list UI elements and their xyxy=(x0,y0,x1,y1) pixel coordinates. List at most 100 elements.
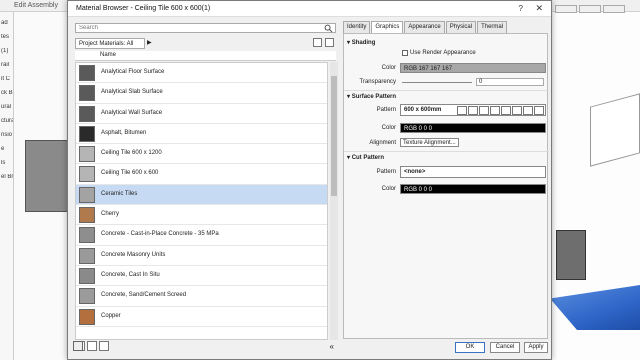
alignment-label: Alignment xyxy=(369,140,396,146)
library-panel-icon[interactable] xyxy=(73,341,83,351)
material-label: Copper xyxy=(101,312,121,319)
chevron-right-icon[interactable]: ▶ xyxy=(147,39,152,46)
cut-pattern-box[interactable]: <none> xyxy=(400,166,546,178)
material-list-item[interactable]: Analytical Floor Surface xyxy=(76,63,327,84)
bg-strip-label: e xyxy=(1,146,5,152)
apply-button[interactable]: Apply xyxy=(524,342,548,353)
bg-strip-label: (1) xyxy=(1,48,9,54)
tab-bar: Identity Graphics Appearance Physical Therma… xyxy=(343,21,508,33)
list-scrollbar[interactable] xyxy=(330,62,338,340)
pattern-preview xyxy=(456,106,544,117)
tab-thermal[interactable]: Thermal xyxy=(477,21,508,33)
cut-color-swatch[interactable]: RGB 0 0 0 xyxy=(400,184,546,194)
column-header[interactable]: Name xyxy=(75,51,336,61)
material-thumbnail xyxy=(79,288,95,305)
shading-color-label: Color xyxy=(381,65,396,71)
column-header-name: Name xyxy=(100,52,117,58)
bg-toolbar-button[interactable] xyxy=(555,5,577,13)
asset-browser-icon[interactable] xyxy=(99,341,109,351)
cut-pattern-label: Pattern xyxy=(376,169,396,175)
material-list-item[interactable]: Concrete Masonry Units xyxy=(76,246,327,266)
material-list-item[interactable]: Ceiling Tile 600 x 1200 xyxy=(76,144,327,165)
material-list-item[interactable]: Asphalt, Bitumen xyxy=(76,124,327,145)
search-box[interactable] xyxy=(75,23,336,33)
dialog-title: Material Browser - Ceiling Tile 600 x 60… xyxy=(76,5,211,12)
material-label: Ceiling Tile 600 x 1200 xyxy=(101,150,162,157)
search-icon[interactable] xyxy=(324,24,333,33)
view-options-icon[interactable] xyxy=(325,38,334,47)
material-thumbnail xyxy=(79,166,95,183)
tab-physical[interactable]: Physical xyxy=(445,21,477,33)
material-browser-dialog: Material Browser - Ceiling Tile 600 x 60… xyxy=(67,0,552,360)
material-list-item[interactable]: Analytical Slab Surface xyxy=(76,83,327,104)
ok-button[interactable]: OK xyxy=(455,342,485,353)
transparency-slider[interactable] xyxy=(402,82,472,83)
material-thumbnail xyxy=(79,308,95,325)
surface-color-label: Color xyxy=(381,125,396,131)
material-list-item[interactable]: Concrete - Cast-in-Place Concrete - 35 M… xyxy=(76,225,327,246)
graphics-panel: ▾ Shading Use Render Appearance Color RG… xyxy=(343,33,549,339)
surface-pattern-value: 600 x 600mm xyxy=(404,107,442,113)
bg-strip-label: rail xyxy=(1,62,10,68)
bg-strip-label: el Br xyxy=(1,174,13,180)
surface-pattern-box[interactable]: 600 x 600mm xyxy=(400,104,546,116)
material-list-item[interactable]: Concrete, Sand/Cement Screed xyxy=(76,286,327,307)
search-input[interactable] xyxy=(76,24,316,32)
tab-graphics[interactable]: Graphics xyxy=(371,21,404,33)
material-thumbnail xyxy=(79,146,95,163)
surface-color-swatch[interactable]: RGB 0 0 0 xyxy=(400,123,546,133)
collapse-icon[interactable]: « xyxy=(330,342,334,351)
texture-alignment-button[interactable]: Texture Alignment... xyxy=(400,138,459,147)
bg-toolbar-button[interactable] xyxy=(579,5,601,13)
bg-strip-label: ls xyxy=(1,160,6,166)
bg-strip-label: ad xyxy=(1,20,8,26)
view-list-icon[interactable] xyxy=(313,38,322,47)
shading-color-swatch[interactable]: RGB 167 167 167 xyxy=(400,63,546,73)
material-label: Ceramic Tiles xyxy=(101,190,138,197)
surface-pattern-header[interactable]: ▾ Surface Pattern xyxy=(347,93,396,100)
project-filter-button[interactable]: Project Materials: All xyxy=(75,38,145,49)
bg-strip-label: ck B xyxy=(1,90,13,96)
tab-identity[interactable]: Identity xyxy=(343,21,371,33)
material-label: Asphalt, Bitumen xyxy=(101,129,147,136)
use-render-label: Use Render Appearance xyxy=(410,50,476,56)
material-label: Analytical Wall Surface xyxy=(101,109,163,116)
material-thumbnail xyxy=(79,186,95,203)
material-list-item[interactable]: Ceiling Tile 600 x 600 xyxy=(76,164,327,185)
material-label: Concrete - Cast-in-Place Concrete - 35 M… xyxy=(101,231,219,238)
cancel-button[interactable]: Cancel xyxy=(490,342,520,353)
project-filter-row: Project Materials: All ▶ xyxy=(75,38,336,49)
properties-pane: Identity Graphics Appearance Physical Therma… xyxy=(343,19,549,339)
surface-pattern-label: Pattern xyxy=(376,107,396,113)
dialog-titlebar[interactable]: Material Browser - Ceiling Tile 600 x 60… xyxy=(68,1,551,17)
material-list-item[interactable]: Cherry xyxy=(76,205,327,226)
bg-gray-block xyxy=(25,140,70,212)
transparency-value[interactable]: 0 xyxy=(476,78,544,86)
bg-left-strip: ad tes (1) rail it C ck B ural ctura nsio e ls el B… xyxy=(0,12,14,360)
material-thumbnail xyxy=(79,207,95,224)
material-list-item[interactable]: Concrete, Cast In Situ xyxy=(76,266,327,287)
material-thumbnail xyxy=(79,105,95,122)
library-toolbar: « xyxy=(75,341,336,353)
tab-appearance[interactable]: Appearance xyxy=(404,21,445,33)
bg-strip-label: nsio xyxy=(1,132,13,138)
material-library-icon[interactable] xyxy=(87,341,97,351)
material-thumbnail xyxy=(79,267,95,284)
material-thumbnail xyxy=(79,227,95,244)
material-list-item[interactable]: Analytical Wall Surface xyxy=(76,104,327,124)
bg-strip-label: ctura xyxy=(1,118,13,124)
help-button[interactable]: ? xyxy=(519,4,523,13)
bg-3d-box xyxy=(556,230,586,280)
material-label: Ceiling Tile 600 x 600 xyxy=(101,170,159,177)
bg-toolbar-button[interactable] xyxy=(603,5,625,13)
material-label: Analytical Slab Surface xyxy=(101,89,163,96)
close-button[interactable]: ✕ xyxy=(535,3,543,14)
scrollbar-thumb[interactable] xyxy=(331,76,337,196)
use-render-checkbox[interactable] xyxy=(402,50,408,56)
material-thumbnail xyxy=(79,125,95,142)
material-list-item[interactable]: Copper xyxy=(76,307,327,327)
material-list-item[interactable]: Ceramic Tiles xyxy=(76,184,327,206)
bg-strip-label: tes xyxy=(1,34,10,40)
cut-pattern-header[interactable]: ▾ Cut Pattern xyxy=(347,154,384,161)
shading-header[interactable]: ▾ Shading xyxy=(347,39,375,46)
